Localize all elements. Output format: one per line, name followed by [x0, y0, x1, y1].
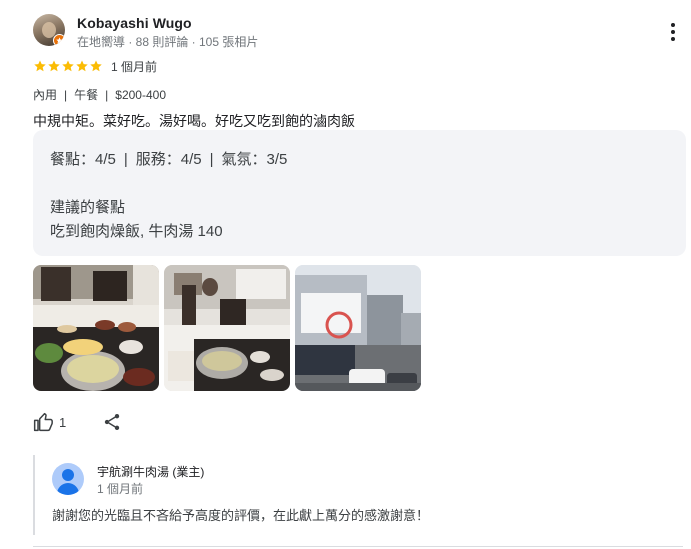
star-icon	[90, 60, 102, 72]
owner-reply: 宇航涮牛肉湯 (業主) 1 個月前 謝謝您的光臨且不吝給予高度的評價，在此獻上萬…	[33, 455, 683, 535]
review-actions: 1	[33, 410, 122, 434]
star-icon	[62, 60, 74, 72]
reviewer-avatar[interactable]	[33, 14, 65, 46]
visit-tags: 內用 | 午餐 | $200-400	[33, 88, 166, 102]
share-icon	[105, 414, 120, 430]
review-details-box: 餐點：4/5 | 服務：4/5 | 氣氛：3/5 建議的餐點 吃到飽肉燥飯, 牛肉湯 1…	[33, 130, 686, 256]
review-date: 1 個月前	[111, 59, 158, 74]
photo-restaurant-interior[interactable]	[164, 265, 290, 391]
recommended-dishes: 吃到飽肉燥飯, 牛肉湯 140	[50, 223, 223, 240]
owner-reply-text: 謝謝您的光臨且不吝給予高度的評價，在此獻上萬分的感激謝意！	[52, 508, 430, 523]
sub-ratings: 餐點：4/5 | 服務：4/5 | 氣氛：3/5	[50, 151, 288, 168]
like-button[interactable]: 1	[33, 410, 66, 434]
reviewer-meta: 在地嚮導 · 88 則評論 · 105 張相片	[77, 35, 259, 49]
tag-meal: 午餐	[74, 88, 99, 102]
thumbs-up-icon	[33, 412, 53, 432]
reviewer-name[interactable]: Kobayashi Wugo	[77, 15, 192, 31]
owner-reply-date: 1 個月前	[97, 482, 144, 496]
recommended-dishes-title: 建議的餐點	[50, 199, 126, 216]
like-count: 1	[59, 414, 67, 430]
star-icon	[34, 60, 46, 72]
share-button[interactable]	[102, 412, 122, 432]
review-text: 中規中矩。菜好吃。湯好喝。好吃又吃到飽的滷肉飯	[33, 113, 355, 129]
more-options-icon[interactable]	[663, 20, 683, 44]
service-rating: 服務：4/5	[135, 151, 202, 168]
photo-hotpot-meal[interactable]	[33, 265, 159, 391]
star-icon	[48, 60, 60, 72]
tag-service: 內用	[33, 88, 58, 102]
review-photos	[33, 265, 421, 391]
star-icon	[76, 60, 88, 72]
atmosphere-rating: 氣氛：3/5	[221, 151, 288, 168]
tag-price: $200-400	[115, 88, 166, 102]
review-header: Kobayashi Wugo 在地嚮導 · 88 則評論 · 105 張相片	[33, 14, 683, 49]
owner-name: 宇航涮牛肉湯 (業主)	[97, 465, 205, 479]
photo-storefront-street[interactable]	[295, 265, 421, 391]
review-divider	[33, 546, 683, 547]
star-rating	[33, 59, 103, 73]
food-rating: 餐點：4/5	[50, 151, 116, 168]
owner-avatar-icon	[52, 463, 84, 495]
local-guide-badge-icon	[53, 34, 65, 46]
rating-row: 1 個月前	[33, 58, 157, 74]
